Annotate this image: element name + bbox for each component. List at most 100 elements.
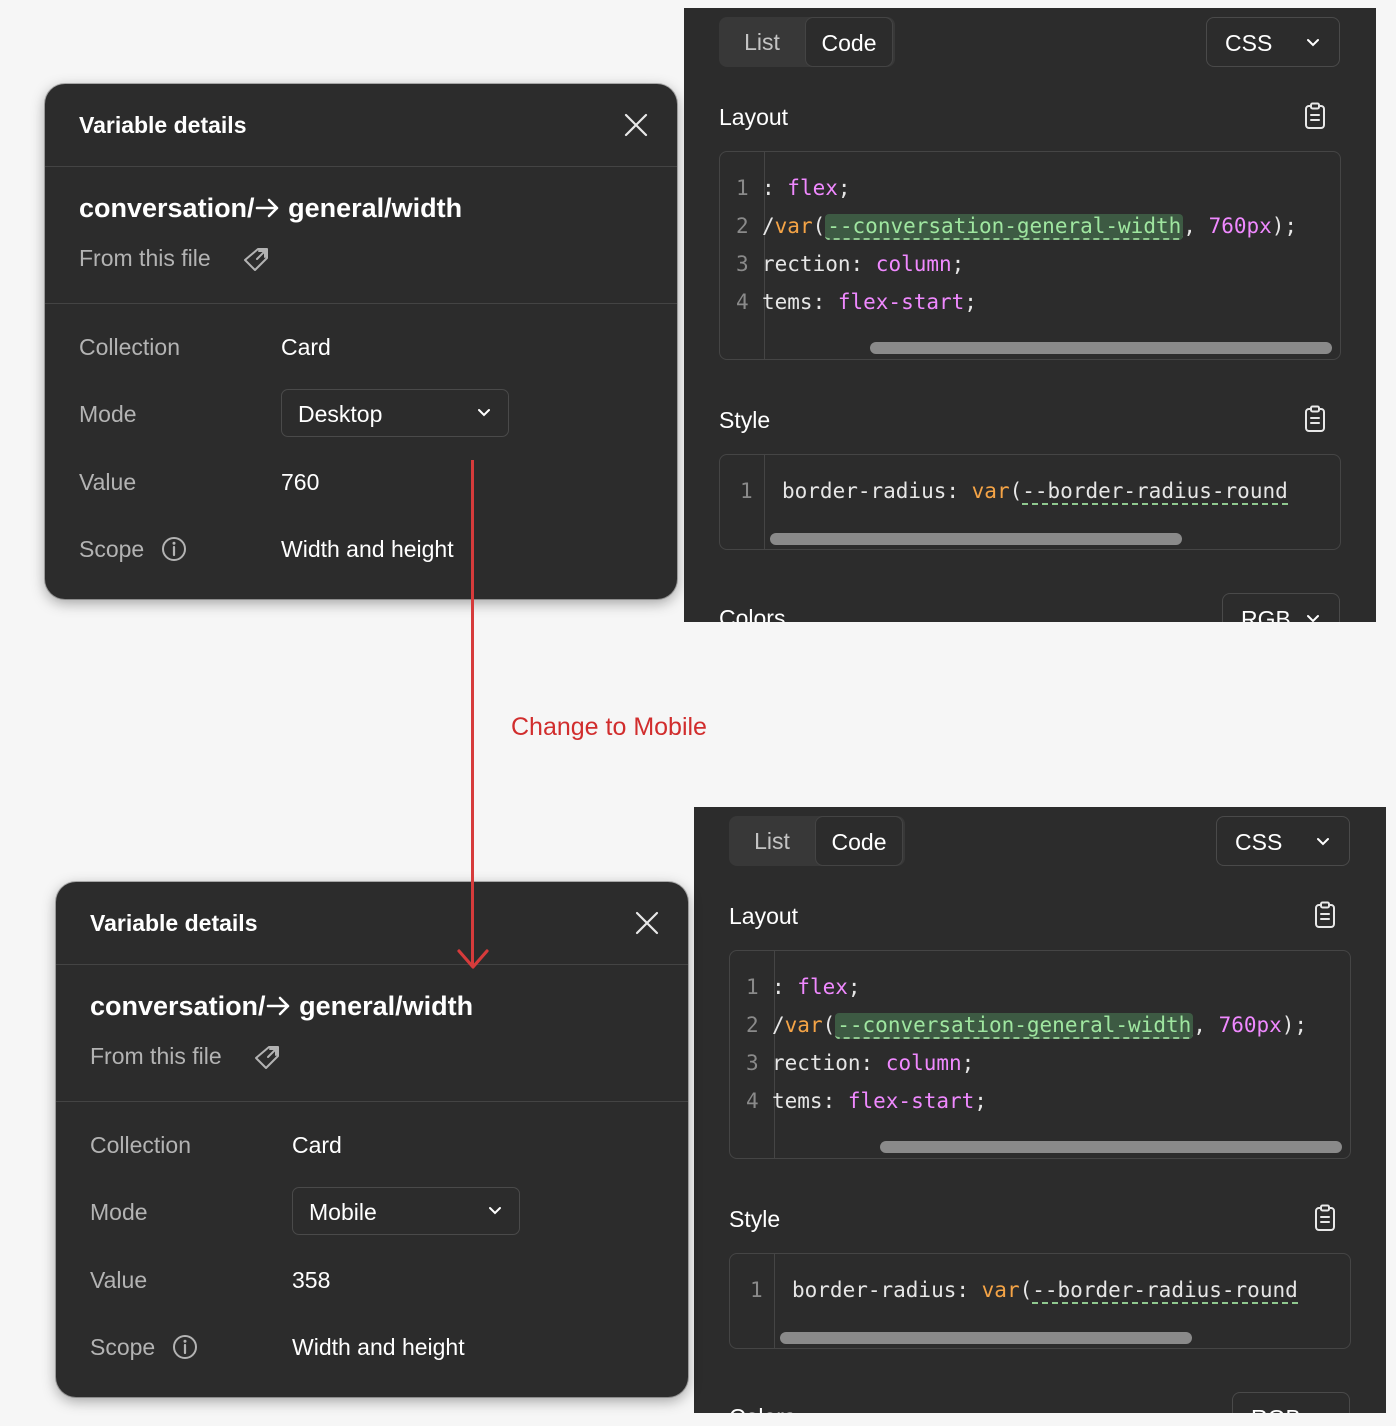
- code-token: );: [1281, 1013, 1308, 1037]
- code-token: flex: [787, 176, 838, 200]
- panel-title: Variable details: [90, 910, 258, 936]
- layout-code-block: 1 : flex; 2 /var(--conversation-general-…: [719, 151, 1341, 360]
- collection-label: Collection: [90, 1132, 191, 1158]
- copy-clipboard-icon[interactable]: [1314, 901, 1336, 929]
- info-icon[interactable]: [172, 1334, 198, 1360]
- code-token: (: [812, 214, 826, 238]
- copy-clipboard-icon[interactable]: [1304, 102, 1326, 130]
- variable-details-panel-bottom: Variable details conversation/ general/w…: [56, 882, 688, 1397]
- style-label: Style: [729, 1206, 781, 1232]
- code-token: var: [784, 1013, 823, 1037]
- line-number: 3: [736, 252, 749, 276]
- code-token: :: [762, 176, 788, 200]
- variable-name-prefix: conversation/: [90, 991, 266, 1021]
- language-dropdown[interactable]: CSS: [1216, 816, 1350, 866]
- code-token: tems:: [772, 1089, 848, 1113]
- close-icon[interactable]: [634, 910, 660, 936]
- code-token: ;: [964, 290, 977, 314]
- code-token: /: [772, 1013, 785, 1037]
- layout-label: Layout: [729, 903, 799, 929]
- panel-title: Variable details: [79, 112, 247, 138]
- mode-dropdown-value: Desktop: [298, 401, 383, 427]
- panel-header: Variable details: [45, 84, 677, 167]
- code-token: flex-start: [837, 290, 965, 314]
- language-dropdown[interactable]: CSS: [1206, 17, 1340, 67]
- horizontal-scrollbar[interactable]: [880, 1141, 1342, 1153]
- chevron-down-icon: [1307, 39, 1319, 47]
- color-format-value: RGB: [1251, 1405, 1301, 1413]
- code-token: );: [1271, 214, 1298, 238]
- close-icon[interactable]: [623, 112, 649, 138]
- variable-name-prefix: conversation/: [79, 193, 255, 223]
- code-panel-bottom: List Code CSS Layout 1 : flex; 2 /var(--…: [694, 807, 1386, 1413]
- code-token: border-radius:: [792, 1278, 982, 1302]
- horizontal-scrollbar[interactable]: [780, 1332, 1192, 1344]
- annotation-arrow-line: [471, 460, 474, 965]
- code-gutter: [764, 455, 765, 549]
- value-field: 358: [292, 1267, 331, 1293]
- tab-list[interactable]: List: [719, 17, 805, 67]
- tab-code[interactable]: Code: [805, 17, 893, 67]
- variable-name-block: conversation/ general/width From this fi…: [45, 167, 677, 304]
- code-line-2: /var(--conversation-general-width, 760px…: [762, 214, 1298, 240]
- variable-reference[interactable]: --conversation-general-width: [825, 214, 1184, 240]
- mode-dropdown[interactable]: Desktop: [281, 389, 509, 437]
- horizontal-scrollbar[interactable]: [870, 342, 1332, 354]
- colors-label: Colors: [719, 605, 786, 622]
- language-dropdown-value: CSS: [1225, 30, 1273, 56]
- horizontal-scrollbar[interactable]: [770, 533, 1182, 545]
- collection-value: Card: [281, 334, 331, 360]
- copy-clipboard-icon[interactable]: [1304, 405, 1326, 433]
- code-line-1: : flex;: [762, 176, 851, 200]
- scope-value: Width and height: [292, 1334, 465, 1360]
- code-line-3: rection: column;: [762, 252, 964, 276]
- variable-name: conversation/ general/width: [79, 193, 462, 224]
- color-format-dropdown[interactable]: RGB: [1232, 1392, 1350, 1413]
- code-line-4: tems: flex-start;: [762, 290, 977, 314]
- code-token: :: [772, 975, 798, 999]
- mode-label: Mode: [79, 401, 137, 427]
- variable-reference[interactable]: --border-radius-round: [1032, 1278, 1298, 1304]
- variable-reference[interactable]: --border-radius-round: [1022, 479, 1288, 505]
- line-number: 1: [750, 1278, 763, 1302]
- line-number: 1: [740, 479, 753, 503]
- edit-link-icon[interactable]: [241, 245, 271, 275]
- color-format-dropdown[interactable]: RGB: [1222, 593, 1340, 622]
- variable-source: From this file: [90, 1043, 222, 1069]
- line-number: 2: [746, 1013, 759, 1037]
- code-line-2: /var(--conversation-general-width, 760px…: [772, 1013, 1308, 1039]
- code-token: (: [1009, 479, 1023, 503]
- variable-reference[interactable]: --conversation-general-width: [835, 1013, 1194, 1039]
- code-token: ,: [1193, 1013, 1219, 1037]
- code-token: flex: [797, 975, 848, 999]
- language-dropdown-value: CSS: [1235, 829, 1283, 855]
- code-token: ;: [847, 975, 861, 999]
- value-label: Value: [79, 469, 137, 495]
- arrow-right-icon: [255, 198, 278, 218]
- line-number: 4: [746, 1089, 759, 1113]
- scope-label: Scope: [79, 536, 145, 562]
- tab-code[interactable]: Code: [815, 816, 903, 866]
- code-token: column: [885, 1051, 962, 1075]
- view-toggle: List Code: [729, 816, 905, 866]
- copy-clipboard-icon[interactable]: [1314, 1204, 1336, 1232]
- code-token: var: [971, 479, 1010, 503]
- info-icon[interactable]: [161, 536, 187, 562]
- code-token: (: [822, 1013, 836, 1037]
- collection-value: Card: [292, 1132, 342, 1158]
- chevron-down-icon: [489, 1207, 501, 1215]
- code-gutter: [774, 1254, 775, 1348]
- code-line-1: border-radius: var(--border-radius-round: [792, 1278, 1298, 1304]
- edit-link-icon[interactable]: [252, 1043, 282, 1073]
- line-number: 4: [736, 290, 749, 314]
- mode-dropdown[interactable]: Mobile: [292, 1187, 520, 1235]
- code-line-1: border-radius: var(--border-radius-round: [782, 479, 1288, 505]
- variable-name-block: conversation/ general/width From this fi…: [56, 965, 688, 1102]
- color-format-value: RGB: [1241, 606, 1291, 622]
- tab-list[interactable]: List: [729, 816, 815, 866]
- view-toggle: List Code: [719, 17, 895, 67]
- variable-source: From this file: [79, 245, 211, 271]
- colors-label: Colors: [729, 1404, 795, 1413]
- mode-dropdown-value: Mobile: [309, 1199, 377, 1225]
- style-code-block: 1 border-radius: var(--border-radius-rou…: [729, 1253, 1351, 1349]
